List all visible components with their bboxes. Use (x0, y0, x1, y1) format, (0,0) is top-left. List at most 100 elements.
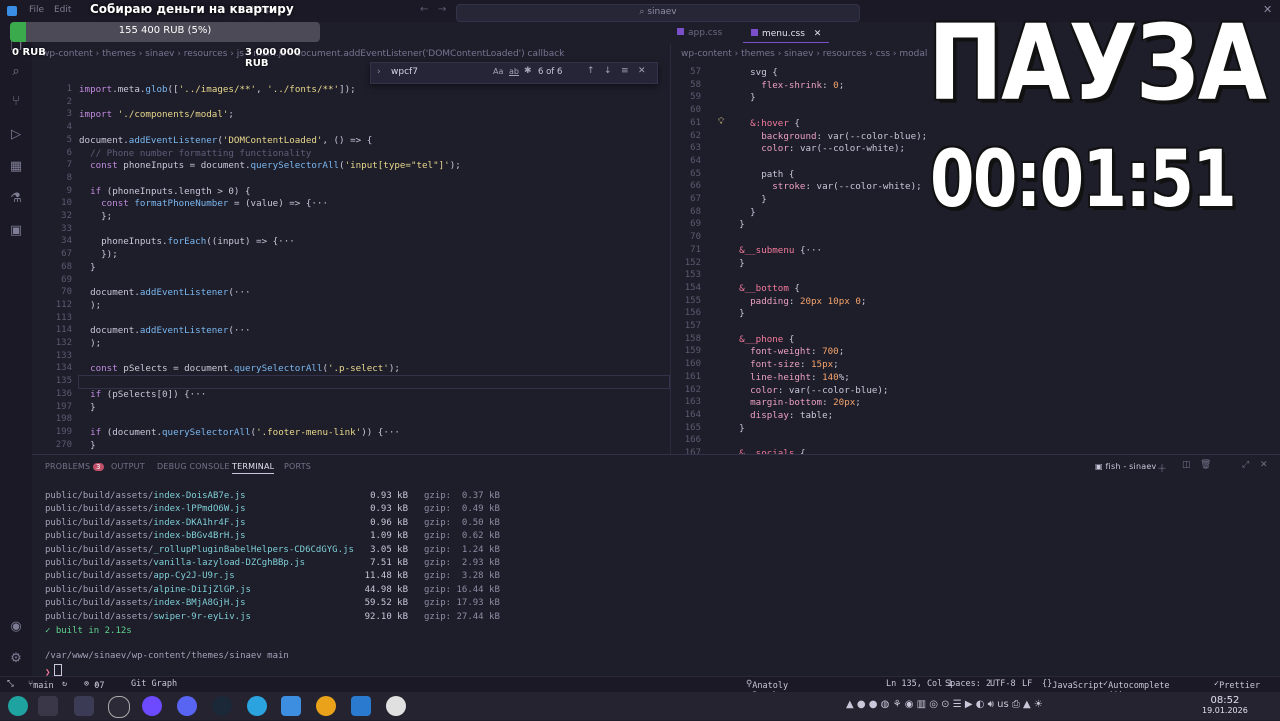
line-ending[interactable]: LF (1022, 679, 1032, 689)
code-line[interactable]: import.meta.glob(['../images/**', '../fo… (79, 84, 356, 95)
indentation[interactable]: Spaces: 2 (945, 679, 991, 689)
discord-icon[interactable] (177, 696, 197, 716)
close-tab-icon[interactable]: ✕ (814, 29, 822, 39)
code-line[interactable]: } (79, 402, 96, 413)
code-line[interactable]: font-weight: 700; (728, 346, 844, 357)
settings-gear-icon[interactable]: ⚙ (7, 650, 25, 668)
match-case-icon[interactable]: Aa (493, 67, 503, 76)
tray-icons[interactable]: ▲ ● ● ◍ ⚘ ◉ ▥ ◎ ⊙ ☰ ▶ ◐ 🔊︎ (846, 699, 997, 710)
close-find-icon[interactable]: ✕ (638, 66, 646, 76)
lightbulb-icon[interactable]: 💡︎ (718, 117, 724, 127)
chrome-icon[interactable] (316, 696, 336, 716)
remote-icon[interactable]: ⤡ (7, 679, 14, 689)
sync-icon[interactable]: ↻ (62, 679, 67, 689)
tab-terminal[interactable]: TERMINAL (232, 462, 275, 474)
code-line[interactable]: if (document.querySelectorAll('.footer-m… (79, 427, 400, 438)
steam-icon[interactable] (212, 696, 232, 716)
code-line[interactable]: // Phone number formatting functionality (79, 148, 311, 159)
git-graph-button[interactable]: Git Graph (131, 679, 177, 689)
code-line[interactable]: background: var(--color-blue); (728, 131, 927, 142)
code-line[interactable]: path { (728, 169, 794, 180)
desktop-icon[interactable] (38, 696, 58, 716)
testing-icon[interactable]: ⚗ (7, 190, 25, 208)
code-line[interactable]: } (79, 440, 96, 451)
run-debug-icon[interactable]: ▷ (7, 126, 25, 144)
cursor-position[interactable]: Ln 135, Col 1 (886, 679, 953, 689)
code-line[interactable]: } (728, 92, 756, 103)
source-control-icon[interactable]: ⑂ (7, 93, 25, 111)
new-terminal-icon[interactable]: ＋ (1157, 460, 1167, 475)
language-mode[interactable]: {} JavaScript (1042, 679, 1103, 691)
code-line[interactable]: color: var(--color-white); (728, 143, 905, 154)
git-blame[interactable]: ⚲ Anatoly Porshnyov (6 days ago) (746, 679, 798, 721)
clock[interactable]: 08:52 19.01.2026 (1202, 695, 1248, 715)
code-line[interactable]: }; (79, 211, 112, 222)
code-line[interactable]: } (728, 207, 756, 218)
code-line[interactable]: } (728, 258, 745, 269)
breadcrumb[interactable]: wp-content › themes › sinaev › resources… (42, 49, 642, 59)
problems-indicator[interactable]: ⊗ 0 ⚠ 7 (84, 679, 105, 691)
split-terminal-icon[interactable]: ◫ (1182, 460, 1191, 470)
find-widget[interactable]: › wpcf7 Aa ab ✱ 6 of 6 ↑ ↓ ≡ ✕ (370, 62, 658, 84)
code-line[interactable]: stroke: var(--color-white); (728, 181, 921, 192)
tab-output[interactable]: OUTPUT (111, 462, 145, 471)
alien-app-icon[interactable] (386, 696, 406, 716)
code-line[interactable]: line-height: 140%; (728, 372, 850, 383)
code-line[interactable]: color: var(--color-blue); (728, 385, 888, 396)
bottom-panel[interactable]: PROBLEMS 3 OUTPUT DEBUG CONSOLE TERMINAL… (32, 454, 1280, 678)
kill-terminal-icon[interactable]: 🗑︎ (1200, 460, 1212, 470)
code-line[interactable]: &__submenu {··· (728, 245, 822, 256)
code-line[interactable]: font-size: 15px; (728, 359, 839, 370)
code-line[interactable]: document.addEventListener(··· (79, 325, 250, 336)
code-line[interactable]: import './components/modal'; (79, 109, 234, 120)
tab-debug-console[interactable]: DEBUG CONSOLE (157, 462, 230, 471)
code-line[interactable]: padding: 20px 10px 0; (728, 296, 866, 307)
telegram-icon[interactable] (247, 696, 267, 716)
system-tray[interactable]: ▲ ● ● ◍ ⚘ ◉ ▥ ◎ ⊙ ☰ ▶ ◐ 🔊︎ us ⎙ ▲ ☀ (846, 699, 1043, 710)
code-line[interactable]: const phoneInputs = document.querySelect… (79, 160, 461, 171)
code-line[interactable]: } (728, 423, 745, 434)
close-panel-icon[interactable]: ✕ (1260, 460, 1268, 470)
autocomplete-status[interactable]: ✓ Autocomplete (0) (1103, 679, 1170, 701)
code-line[interactable]: flex-shrink: 0; (728, 80, 844, 91)
code-line[interactable]: const pSelects = document.querySelectorA… (79, 363, 400, 374)
terminal-app-icon[interactable] (74, 696, 94, 716)
tab-ports[interactable]: PORTS (284, 462, 311, 471)
code-line[interactable]: }); (79, 249, 118, 260)
find-toggle-icon[interactable]: › (377, 67, 381, 77)
regex-icon[interactable]: ✱ (524, 66, 532, 76)
code-line[interactable]: } (728, 308, 745, 319)
code-line[interactable]: margin-bottom: 20px; (728, 397, 861, 408)
vscode-app-icon[interactable] (351, 696, 371, 716)
code-line[interactable]: document.addEventListener('DOMContentLoa… (79, 135, 372, 146)
find-input[interactable]: wpcf7 (391, 67, 418, 77)
code-line[interactable]: } (728, 219, 745, 230)
obs-icon[interactable] (108, 696, 130, 718)
tab-menu-css[interactable]: menu.css ✕ (743, 26, 830, 43)
encoding[interactable]: UTF-8 (990, 679, 1016, 689)
search-icon[interactable]: ⌕ (7, 63, 25, 81)
code-line[interactable]: &__bottom { (728, 283, 800, 294)
tab-problems[interactable]: PROBLEMS 3 (45, 462, 104, 471)
maximize-panel-icon[interactable]: ⤢ (1242, 460, 1249, 470)
tray-extra-icons[interactable]: ⎙ ▲ ☀ (1009, 699, 1043, 710)
left-editor-group[interactable]: wp-content › themes › sinaev › resources… (32, 44, 670, 454)
tab-app-css[interactable]: app.css (677, 28, 722, 38)
nav-forward-icon[interactable]: → (438, 4, 446, 15)
find-in-selection-icon[interactable]: ≡ (621, 66, 629, 76)
keyboard-layout[interactable]: us (997, 699, 1009, 710)
code-line[interactable]: const formatPhoneNumber = (value) => {··… (79, 198, 328, 209)
proton-icon[interactable] (142, 696, 162, 716)
code-line[interactable]: svg { (728, 67, 778, 78)
terminal-shell-label[interactable]: ▣ fish - sinaev (1095, 462, 1156, 471)
remote-icon[interactable]: ▣ (7, 222, 25, 240)
prettier-status[interactable]: ✓ Prettier (1214, 679, 1260, 691)
whole-word-icon[interactable]: ab (509, 67, 519, 76)
branch-indicator[interactable]: ⑂ main (28, 679, 54, 691)
code-line[interactable]: &__phone { (728, 334, 794, 345)
code-line[interactable]: display: table; (728, 410, 833, 421)
code-line[interactable]: ); (79, 338, 101, 349)
nav-back-icon[interactable]: ← (420, 4, 428, 15)
code-line[interactable]: &:hover { (728, 118, 800, 129)
code-line[interactable]: document.addEventListener(··· (79, 287, 250, 298)
